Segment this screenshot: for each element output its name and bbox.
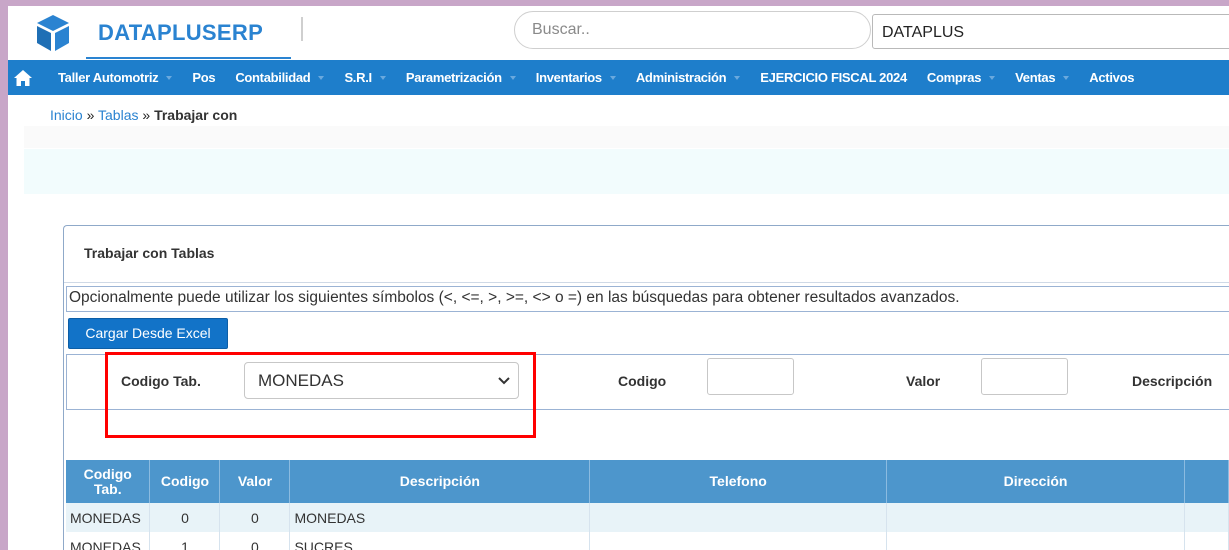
breadcrumb: Inicio » Tablas » Trabajar con	[50, 107, 237, 123]
cell-valor: 0	[219, 532, 291, 550]
cell-codigo: 0	[149, 503, 221, 532]
codigo-input[interactable]	[707, 358, 794, 395]
table-row[interactable]: MONEDAS 1 0 SUCRES	[66, 532, 1229, 550]
company-field[interactable]: DATAPLUS	[872, 14, 1229, 49]
main-nav: Taller Automotriz Pos Contabilidad S.R.I…	[8, 60, 1229, 95]
codigo-tab-selected: MONEDAS	[258, 371, 344, 390]
cell-descripcion: SUCRES	[289, 532, 591, 550]
col-valor[interactable]: Valor	[219, 460, 291, 503]
tables-grid: Codigo Tab. Codigo Valor Descripción Tel…	[66, 460, 1229, 550]
cell-valor: 0	[219, 503, 291, 532]
chevron-down-icon	[1063, 75, 1070, 80]
col-direccion[interactable]: Dirección	[886, 460, 1185, 503]
nav-label: Inventarios	[535, 70, 602, 85]
cell-direccion	[886, 503, 1185, 532]
nav-contabilidad[interactable]: Contabilidad	[225, 60, 334, 95]
descripcion-label: Descripción	[1132, 373, 1213, 389]
cell-descripcion: MONEDAS	[289, 503, 591, 532]
breadcrumb-current: Trabajar con	[154, 107, 238, 123]
panel-divider	[64, 282, 1229, 283]
nav-label: Taller Automotriz	[58, 70, 159, 85]
filter-row: Codigo Tab. MONEDAS Codigo Valor Descrip…	[66, 354, 1229, 410]
nav-label: Activos	[1089, 70, 1135, 85]
chevron-down-icon	[509, 75, 516, 80]
chevron-down-icon	[609, 75, 616, 80]
valor-input[interactable]	[981, 358, 1068, 395]
nav-compras[interactable]: Compras	[917, 60, 1005, 95]
brand-name[interactable]: DATAPLUSERP	[98, 20, 263, 46]
nav-label: S.R.I	[344, 70, 372, 85]
codigo-tab-select[interactable]: MONEDAS	[244, 362, 519, 399]
nav-label: EJERCICIO FISCAL 2024	[760, 70, 907, 85]
cell-extra	[1184, 503, 1229, 532]
nav-taller-automotriz[interactable]: Taller Automotriz	[48, 60, 182, 95]
nav-administracion[interactable]: Administración	[626, 60, 750, 95]
cell-codigo-tab: MONEDAS	[66, 503, 151, 532]
nav-ejercicio-fiscal[interactable]: EJERCICIO FISCAL 2024	[750, 60, 917, 95]
nav-label: Compras	[926, 70, 982, 85]
breadcrumb-home-link[interactable]: Inicio	[50, 107, 83, 123]
breadcrumb-separator: »	[86, 107, 95, 123]
chevron-down-icon	[498, 377, 510, 385]
codigo-label: Codigo	[618, 373, 667, 389]
col-descripcion[interactable]: Descripción	[289, 460, 591, 503]
search-hint: Opcionalmente puede utilizar los siguien…	[66, 286, 1229, 312]
breadcrumb-separator: »	[142, 107, 151, 123]
col-telefono[interactable]: Telefono	[589, 460, 888, 503]
chevron-down-icon	[318, 75, 325, 80]
cube-logo-icon	[37, 15, 69, 51]
nav-inventarios[interactable]: Inventarios	[526, 60, 626, 95]
nav-pos[interactable]: Pos	[182, 60, 225, 95]
codigo-tab-label: Codigo Tab.	[121, 373, 201, 389]
nav-label: Parametrización	[405, 70, 502, 85]
nav-label: Ventas	[1015, 70, 1056, 85]
nav-parametrizacion[interactable]: Parametrización	[396, 60, 526, 95]
table-header-row: Codigo Tab. Codigo Valor Descripción Tel…	[66, 460, 1229, 503]
col-extra	[1184, 460, 1229, 503]
chevron-down-icon	[734, 75, 741, 80]
valor-label: Valor	[906, 373, 941, 389]
col-codigo-tab[interactable]: Codigo Tab.	[66, 460, 151, 503]
header-divider	[301, 17, 303, 41]
breadcrumb-tables-link[interactable]: Tablas	[98, 107, 138, 123]
header: DATAPLUSERP DATAPLUS	[8, 6, 1229, 59]
chevron-down-icon	[166, 75, 173, 80]
home-icon[interactable]	[8, 60, 38, 95]
nav-activos[interactable]: Activos	[1079, 60, 1144, 95]
search-input[interactable]	[514, 11, 871, 49]
chevron-down-icon	[379, 75, 386, 80]
panel-title: Trabajar con Tablas	[84, 245, 215, 261]
brand-underline	[86, 57, 291, 59]
cell-extra	[1184, 532, 1229, 550]
cell-telefono	[589, 503, 888, 532]
nav-label: Contabilidad	[235, 70, 311, 85]
chevron-down-icon	[989, 75, 996, 80]
nav-label: Administración	[635, 70, 727, 85]
nav-ventas[interactable]: Ventas	[1005, 60, 1079, 95]
cell-codigo: 1	[149, 532, 221, 550]
cell-telefono	[589, 532, 888, 550]
table-row[interactable]: MONEDAS 0 0 MONEDAS	[66, 503, 1229, 532]
load-excel-button[interactable]: Cargar Desde Excel	[68, 318, 228, 349]
nav-label: Pos	[192, 70, 216, 85]
page: DATAPLUSERP DATAPLUS Taller Automotriz P…	[8, 6, 1229, 550]
cell-codigo-tab: MONEDAS	[66, 532, 151, 550]
cell-direccion	[886, 532, 1185, 550]
breadcrumb-bar	[24, 126, 1229, 148]
col-codigo[interactable]: Codigo	[149, 460, 221, 503]
info-band	[24, 149, 1229, 194]
nav-sri[interactable]: S.R.I	[334, 60, 395, 95]
